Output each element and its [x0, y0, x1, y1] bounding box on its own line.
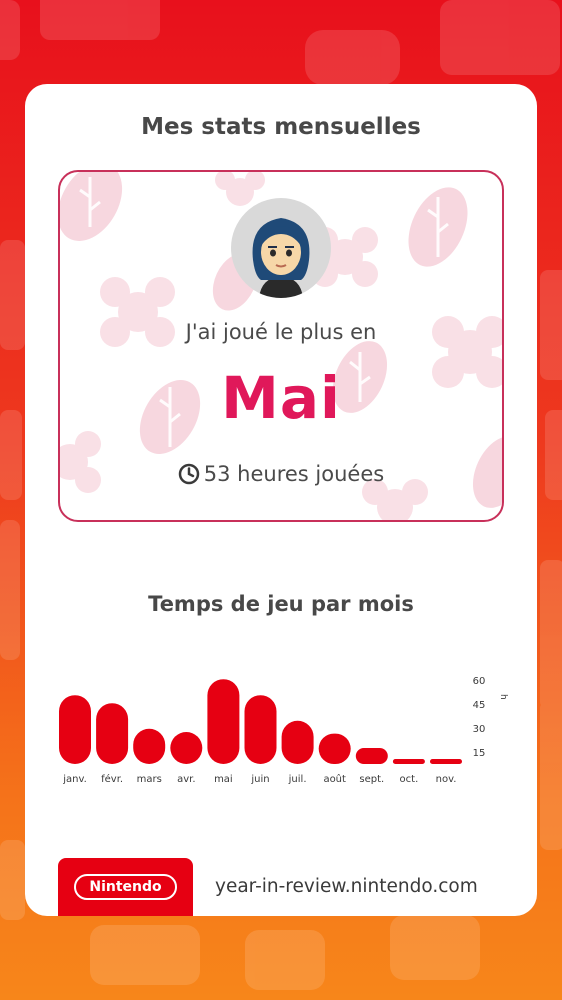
- y-tick-label: 15: [473, 748, 486, 759]
- bar-juin: [244, 695, 277, 764]
- top-month-panel: J'ai joué le plus en Mai 53 heures jouée…: [58, 170, 504, 522]
- monthly-playtime-chart: janv. févr. mars avr. mai juin juil. août sept. o…: [59, 676, 508, 785]
- mii-avatar-icon: [252, 218, 310, 298]
- x-tick-label: sept.: [359, 774, 384, 785]
- bar-nov: [430, 759, 462, 764]
- card-title: Mes stats mensuelles: [141, 114, 421, 140]
- x-tick-label: oct.: [400, 774, 419, 785]
- chart-title: Temps de jeu par mois: [148, 592, 414, 616]
- x-tick-label: mai: [214, 774, 233, 785]
- bar-avr: [170, 732, 203, 764]
- bar-août: [318, 733, 351, 764]
- nintendo-logo[interactable]: Nintendo: [58, 858, 193, 916]
- x-tick-label: juil.: [288, 774, 307, 785]
- top-month-value: Mai: [221, 364, 341, 432]
- hours-played-row: 53 heures jouées: [60, 462, 502, 486]
- y-tick-label: 60: [473, 676, 486, 687]
- bar-mars: [133, 728, 166, 764]
- stats-card: Mes stats mensuelles J'ai joué le plus e…: [25, 84, 537, 916]
- bar-juil: [281, 720, 314, 764]
- nintendo-logo-text: Nintendo: [74, 874, 177, 900]
- x-tick-label: août: [323, 773, 346, 785]
- hours-played-text: 53 heures jouées: [203, 462, 385, 486]
- x-tick-label: avr.: [177, 774, 195, 785]
- avatar: [231, 198, 331, 298]
- bar-mai: [207, 679, 240, 764]
- bar-févr: [96, 703, 129, 764]
- bar-oct: [392, 759, 425, 764]
- x-tick-label: mars: [137, 774, 162, 785]
- bar-sept: [355, 748, 388, 764]
- footer-url-link[interactable]: year-in-review.nintendo.com: [215, 876, 478, 897]
- x-tick-label: juin: [250, 774, 269, 785]
- y-tick-label: 45: [473, 700, 486, 711]
- y-axis-unit-label: h: [498, 694, 508, 700]
- most-played-label: J'ai joué le plus en: [185, 320, 377, 344]
- x-tick-label: nov.: [436, 774, 457, 785]
- x-tick-label: janv.: [62, 774, 87, 785]
- x-tick-label: févr.: [101, 773, 123, 785]
- clock-icon: [178, 463, 200, 485]
- y-tick-label: 30: [473, 724, 486, 735]
- bar-janv: [59, 695, 91, 764]
